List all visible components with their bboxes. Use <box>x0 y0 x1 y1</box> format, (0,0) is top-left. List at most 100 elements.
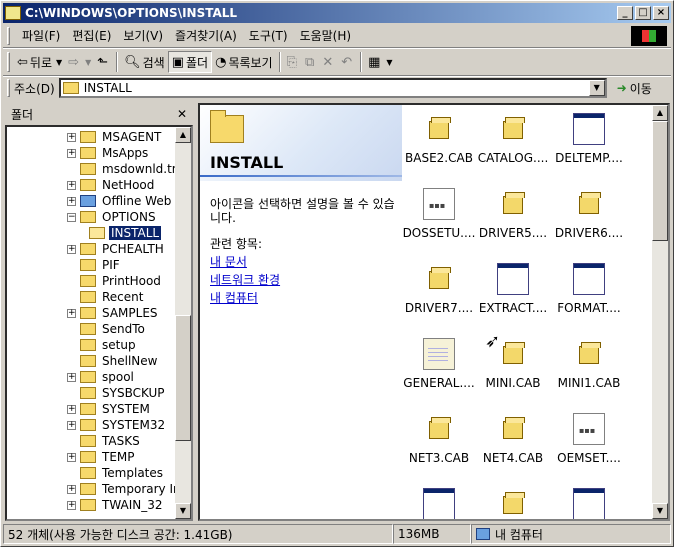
tree-item-label: SAMPLES <box>102 306 158 320</box>
forward-button[interactable]: ⇨ ▼ <box>65 51 94 73</box>
address-dropdown-icon[interactable]: ▼ <box>588 80 605 96</box>
tree-item[interactable]: Templates <box>67 465 165 481</box>
link-network-places[interactable]: 네트워크 환경 <box>210 271 280 289</box>
menu-view[interactable]: 보기(V) <box>117 27 169 45</box>
file-item[interactable]: NET4.CAB <box>476 409 550 469</box>
tree-item[interactable]: TASKS <box>67 433 142 449</box>
tree-item[interactable]: + spool <box>67 369 136 385</box>
folder-pane-close-icon[interactable]: ✕ <box>177 107 187 121</box>
file-view-scrollbar[interactable]: ▲ ▼ <box>652 105 668 519</box>
search-label: 검색 <box>142 55 165 70</box>
toolbar-grip[interactable] <box>7 52 10 72</box>
tree-item[interactable]: + MSAGENT <box>67 129 163 145</box>
expand-icon[interactable]: + <box>67 180 76 190</box>
expand-icon[interactable]: + <box>67 372 76 382</box>
delete-button[interactable]: ✕ <box>319 51 338 73</box>
tree-item[interactable]: + PCHEALTH <box>67 241 166 257</box>
tree-item[interactable]: INSTALL <box>89 225 163 241</box>
link-my-documents[interactable]: 내 문서 <box>210 253 280 271</box>
tree-item[interactable]: + SYSTEM <box>67 401 152 417</box>
scroll-up-icon[interactable]: ▲ <box>175 127 191 143</box>
move-to-button[interactable]: ⎘ <box>284 51 302 73</box>
file-item[interactable]: CATALOG.... <box>476 109 550 169</box>
file-item[interactable]: GENERAL.... <box>402 334 476 394</box>
file-item[interactable]: BASE2.CAB <box>402 109 476 169</box>
expand-icon[interactable]: + <box>67 308 76 318</box>
up-folder-button[interactable]: ⬑ <box>94 51 113 73</box>
expand-icon[interactable]: + <box>67 484 76 494</box>
forward-dropdown-icon[interactable]: ▼ <box>85 58 91 67</box>
tree-item[interactable]: msdownld.tn <box>67 161 181 177</box>
maximize-button[interactable]: □ <box>635 6 651 20</box>
file-item[interactable]: NET3.CAB <box>402 409 476 469</box>
file-item[interactable]: DOSSETU.... <box>402 184 476 244</box>
expand-icon[interactable]: + <box>67 500 76 510</box>
file-view[interactable]: INSTALL 아이콘을 선택하면 설명을 볼 수 있습니다. 관련 항목: 내… <box>198 103 670 521</box>
address-grip[interactable] <box>7 79 10 97</box>
file-item[interactable]: DRIVER5.... <box>476 184 550 244</box>
file-item[interactable]: EXTRACT.... <box>476 259 550 319</box>
expand-icon[interactable]: + <box>67 452 76 462</box>
menu-help[interactable]: 도움말(H) <box>294 27 358 45</box>
tree-item[interactable]: SendTo <box>67 321 147 337</box>
tree-item[interactable]: PrintHood <box>67 273 163 289</box>
undo-button[interactable]: ↶ <box>338 51 357 73</box>
file-item[interactable]: DELTEMP.... <box>552 109 626 169</box>
scroll-thumb[interactable] <box>652 121 668 241</box>
title-bar[interactable]: C:\WINDOWS\OPTIONS\INSTALL _ □ × <box>3 3 671 23</box>
expand-icon[interactable]: + <box>67 132 76 142</box>
link-my-computer[interactable]: 내 컴퓨터 <box>210 289 280 307</box>
folder-tree[interactable]: + MSAGENT + MsApps msdownld.tn + NetHood + Offli… <box>5 125 193 521</box>
menu-edit[interactable]: 편집(E) <box>66 27 117 45</box>
file-item[interactable]: FORMAT.... <box>552 259 626 319</box>
menu-favorites[interactable]: 즐겨찾기(A) <box>169 27 243 45</box>
views-button[interactable]: ▦ ▼ <box>365 51 395 73</box>
file-item[interactable]: SAVE32.... <box>552 484 626 519</box>
expand-icon[interactable]: + <box>67 404 76 414</box>
expand-icon[interactable]: + <box>67 148 76 158</box>
go-button[interactable]: ➜ 이동 <box>617 80 652 97</box>
copy-to-button[interactable]: ⧉ <box>302 51 319 73</box>
expand-icon[interactable]: + <box>67 196 76 206</box>
file-item[interactable]: OEMSET.... <box>552 409 626 469</box>
file-item[interactable]: DRIVER6.... <box>552 184 626 244</box>
collapse-icon[interactable]: − <box>67 212 76 222</box>
tree-item[interactable]: + MsApps <box>67 145 150 161</box>
back-button[interactable]: ⇦ 뒤로 ▼ <box>14 51 65 73</box>
file-item[interactable]: PRECOP.... <box>476 484 550 519</box>
expand-icon[interactable]: + <box>67 420 76 430</box>
pane-splitter[interactable] <box>193 103 197 521</box>
close-button[interactable]: × <box>653 6 669 20</box>
history-button[interactable]: ◔ 목록보기 <box>212 51 276 73</box>
menu-grip[interactable] <box>7 27 10 45</box>
minimize-button[interactable]: _ <box>617 6 633 20</box>
file-item[interactable]: MINI1.CAB <box>552 334 626 394</box>
tree-item[interactable]: setup <box>67 337 138 353</box>
address-input[interactable]: INSTALL ▼ <box>58 78 607 98</box>
tree-item[interactable]: + SAMPLES <box>67 305 160 321</box>
scroll-thumb[interactable] <box>175 315 191 441</box>
menu-tools[interactable]: 도구(T) <box>243 27 294 45</box>
tree-item[interactable]: Recent <box>67 289 145 305</box>
file-item[interactable]: OEMSET.... <box>402 484 476 519</box>
file-item[interactable]: DRIVER7.... <box>402 259 476 319</box>
folder-tree-scrollbar[interactable]: ▲ ▼ <box>175 127 191 519</box>
views-dropdown-icon[interactable]: ▼ <box>386 58 392 67</box>
expand-icon[interactable]: + <box>67 244 76 254</box>
tree-item[interactable]: + NetHood <box>67 177 156 193</box>
tree-item[interactable]: ShellNew <box>67 353 159 369</box>
scroll-down-icon[interactable]: ▼ <box>652 503 668 519</box>
tree-item[interactable]: + TEMP <box>67 449 137 465</box>
tree-item[interactable]: SYSBCKUP <box>67 385 167 401</box>
folders-button[interactable]: ▣ 폴더 <box>167 51 213 73</box>
tree-item[interactable]: + TWAIN_32 <box>67 497 165 513</box>
tree-item[interactable]: + SYSTEM32 <box>67 417 167 433</box>
back-dropdown-icon[interactable]: ▼ <box>56 58 62 67</box>
scroll-up-icon[interactable]: ▲ <box>652 105 668 121</box>
search-button[interactable]: 🔍︎ 검색 <box>121 51 168 73</box>
tree-item[interactable]: PIF <box>67 257 122 273</box>
scroll-down-icon[interactable]: ▼ <box>175 503 191 519</box>
tree-item[interactable]: − OPTIONS <box>67 209 158 225</box>
menu-file[interactable]: 파일(F) <box>16 27 66 45</box>
